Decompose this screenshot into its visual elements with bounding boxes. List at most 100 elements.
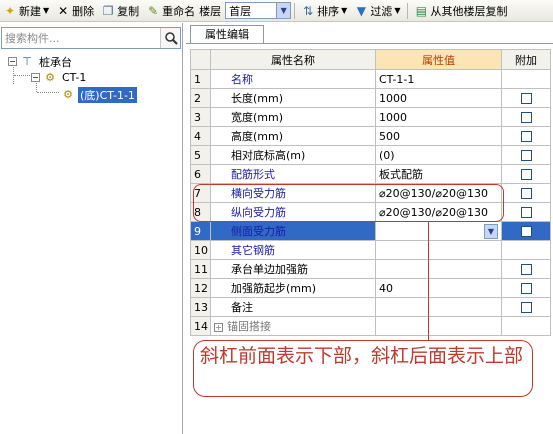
- extra-checkbox[interactable]: [520, 150, 532, 161]
- callout-leader-line: [428, 222, 429, 340]
- table-row[interactable]: 1 名称 CT-1-1: [190, 69, 551, 89]
- row-number: 2: [190, 88, 211, 108]
- extra-checkbox[interactable]: [520, 226, 532, 237]
- property-value-cell[interactable]: [375, 240, 502, 260]
- tree-node-ct-1-1[interactable]: ⚙ (底)CT-1-1: [62, 86, 137, 103]
- property-name: 备注: [231, 301, 253, 314]
- property-value: 500: [379, 129, 400, 143]
- property-name-cell[interactable]: 加强筋起步(mm): [210, 278, 376, 298]
- chevron-down-icon[interactable]: ▼: [484, 224, 498, 239]
- delete-button[interactable]: ✕ 删除: [53, 1, 97, 21]
- extra-checkbox[interactable]: [520, 283, 532, 294]
- tab-divider: [186, 43, 553, 44]
- table-row[interactable]: 14 + 锚固搭接: [190, 316, 551, 336]
- column-header-value[interactable]: 属性值: [375, 49, 502, 70]
- property-name-cell[interactable]: 高度(mm): [210, 126, 376, 146]
- table-row[interactable]: 6 配筋形式 板式配筋: [190, 164, 551, 184]
- property-value-cell[interactable]: [375, 259, 502, 279]
- new-button[interactable]: ✦ 新建 ▼: [0, 1, 52, 21]
- property-name-cell[interactable]: + 锚固搭接: [210, 316, 376, 336]
- table-row[interactable]: 3 宽度(mm) 1000: [190, 107, 551, 127]
- property-value: 1000: [379, 110, 407, 124]
- rename-label: 重命名: [162, 4, 196, 18]
- extra-checkbox[interactable]: [520, 207, 532, 218]
- extra-cell: [501, 88, 551, 108]
- copy-from-floor-label: 从其他楼层复制: [430, 4, 508, 18]
- property-name-cell[interactable]: 名称: [210, 69, 376, 89]
- property-value-cell[interactable]: 1000: [375, 107, 502, 127]
- extra-checkbox[interactable]: [520, 93, 532, 104]
- property-name: 名称: [231, 73, 253, 86]
- tab-property-edit[interactable]: 属性编辑: [190, 25, 264, 43]
- copy-icon: ❐: [102, 3, 114, 18]
- property-value-cell[interactable]: (0): [375, 145, 502, 165]
- property-name: 高度(mm): [231, 130, 284, 143]
- property-name-cell[interactable]: 长度(mm): [210, 88, 376, 108]
- property-value-cell[interactable]: 1000: [375, 88, 502, 108]
- property-value: CT-1-1: [379, 72, 415, 86]
- table-row[interactable]: 11 承台单边加强筋: [190, 259, 551, 279]
- extra-cell: [501, 107, 551, 127]
- search-box[interactable]: 搜索构件...: [1, 27, 181, 49]
- property-value-cell[interactable]: [375, 316, 502, 336]
- extra-cell: [501, 126, 551, 146]
- row-number: 12: [190, 278, 211, 298]
- rename-button[interactable]: ✎ 重命名: [143, 1, 198, 21]
- property-value-cell[interactable]: 40: [375, 278, 502, 298]
- expand-icon[interactable]: +: [214, 322, 223, 332]
- property-value-cell[interactable]: 板式配筋: [375, 164, 502, 184]
- property-value: 1000: [379, 91, 407, 105]
- extra-cell: [501, 221, 551, 241]
- sort-button[interactable]: ⇅ 排序 ▼: [298, 1, 350, 21]
- floor-select[interactable]: 首层 ▼: [225, 2, 292, 19]
- property-value-cell[interactable]: [375, 297, 502, 317]
- tree-connector: [37, 92, 59, 93]
- property-name-cell[interactable]: 相对底标高(m): [210, 145, 376, 165]
- toolbar-divider: [294, 2, 296, 19]
- property-value-cell[interactable]: ▼: [375, 221, 502, 241]
- floor-label: 楼层: [199, 4, 222, 18]
- property-value-cell[interactable]: 500: [375, 126, 502, 146]
- tree-label: CT-1: [62, 71, 87, 84]
- search-button[interactable]: [160, 28, 180, 48]
- property-name-cell[interactable]: 侧面受力筋: [210, 221, 376, 241]
- extra-checkbox[interactable]: [520, 112, 532, 123]
- table-row[interactable]: 4 高度(mm) 500: [190, 126, 551, 146]
- table-row[interactable]: 2 长度(mm) 1000: [190, 88, 551, 108]
- search-icon: [164, 32, 178, 45]
- property-name-cell[interactable]: 配筋形式: [210, 164, 376, 184]
- tree-node-ct-1[interactable]: − ⚙ CT-1: [31, 70, 88, 85]
- extra-checkbox[interactable]: [520, 264, 532, 275]
- column-header-name[interactable]: 属性名称: [210, 49, 376, 70]
- property-name: 配筋形式: [231, 168, 275, 181]
- extra-cell: [501, 297, 551, 317]
- extra-checkbox[interactable]: [520, 302, 532, 313]
- property-name-cell[interactable]: 其它钢筋: [210, 240, 376, 260]
- tree-node-pile-cap[interactable]: − ⊤ 桩承台: [8, 54, 74, 69]
- chevron-down-icon[interactable]: ▼: [276, 3, 291, 18]
- property-value-cell[interactable]: CT-1-1: [375, 69, 502, 89]
- table-row[interactable]: 13 备注: [190, 297, 551, 317]
- collapse-icon[interactable]: −: [8, 57, 17, 66]
- table-row[interactable]: 10 其它钢筋: [190, 240, 551, 260]
- table-row[interactable]: 5 相对底标高(m) (0): [190, 145, 551, 165]
- extra-checkbox[interactable]: [520, 188, 532, 199]
- extra-cell: [501, 240, 551, 260]
- extra-checkbox[interactable]: [520, 169, 532, 180]
- extra-cell: [501, 164, 551, 184]
- filter-button[interactable]: ▼ 过滤 ▼: [351, 1, 403, 21]
- table-row[interactable]: 12 加强筋起步(mm) 40: [190, 278, 551, 298]
- column-header-extra[interactable]: 附加: [501, 49, 551, 70]
- collapse-icon[interactable]: −: [31, 73, 40, 82]
- copy-from-floor-button[interactable]: ▤ 从其他楼层复制: [411, 1, 510, 21]
- property-name-cell[interactable]: 承台单边加强筋: [210, 259, 376, 279]
- table-row[interactable]: 9 侧面受力筋 ▼: [190, 221, 551, 241]
- property-name-cell[interactable]: 备注: [210, 297, 376, 317]
- sort-label: 排序: [317, 4, 340, 18]
- search-input[interactable]: 搜索构件...: [2, 30, 160, 46]
- copy-button[interactable]: ❐ 复制: [98, 1, 142, 21]
- extra-checkbox[interactable]: [520, 131, 532, 142]
- property-name-cell[interactable]: 宽度(mm): [210, 107, 376, 127]
- highlight-box: [193, 184, 504, 222]
- extra-cell: [501, 183, 551, 203]
